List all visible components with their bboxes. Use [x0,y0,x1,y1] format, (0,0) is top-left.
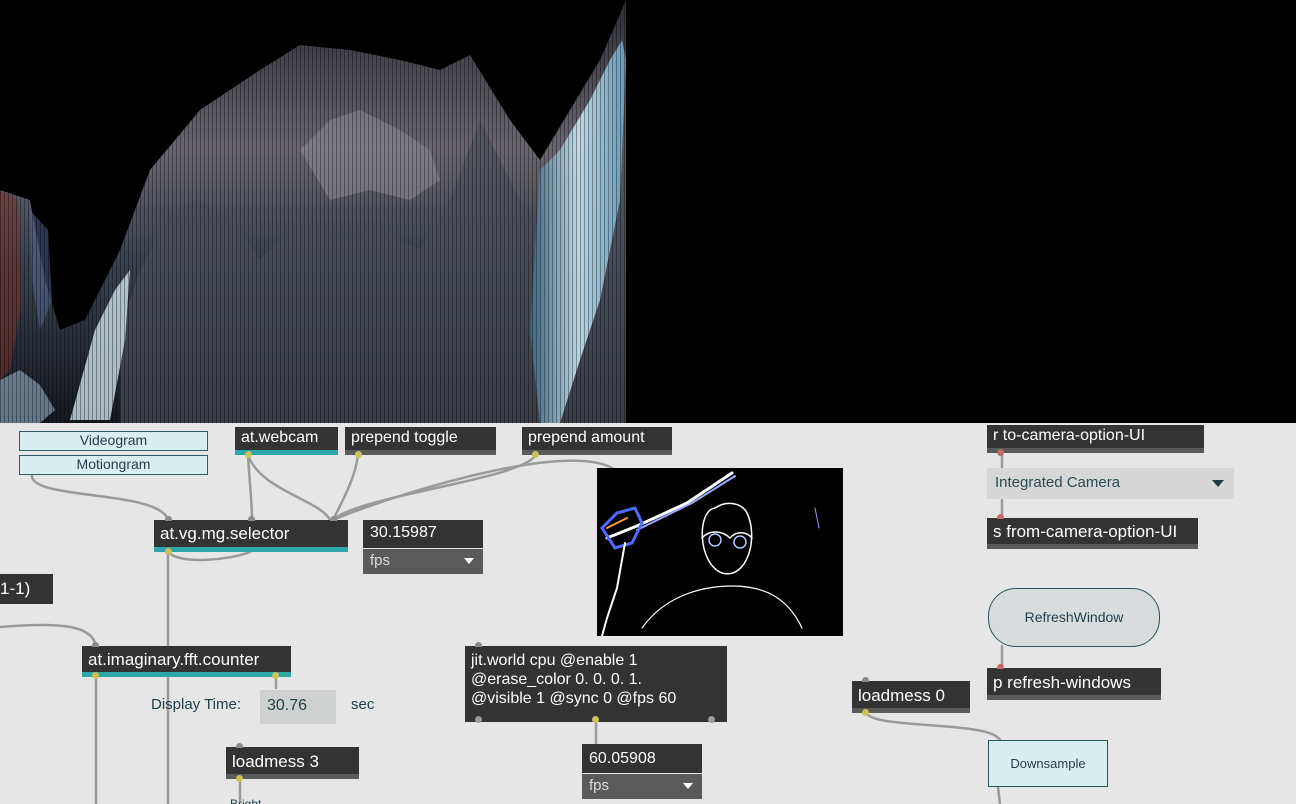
jit-world-object[interactable]: jit.world cpu @enable 1 @erase_color 0. … [465,646,727,722]
outlet-dot[interactable] [245,451,252,458]
selector-fps-menu[interactable]: fps [363,549,483,574]
refresh-windows-object[interactable]: p refresh-windows [987,668,1161,700]
inlet-dot[interactable] [997,664,1004,669]
inlet-dot[interactable] [165,516,172,521]
display-time-label: Display Time: [151,696,242,713]
display-time-unit: sec [351,696,375,713]
inlet-dot[interactable] [236,743,243,748]
videogram-display [0,0,626,423]
loadmess-3-object[interactable]: loadmess 3 [226,747,359,779]
inlet-dot[interactable] [330,516,337,521]
partial-object[interactable]: 1-1) [0,574,53,604]
chevron-down-icon [1212,480,1224,487]
jit-world-line-1: jit.world cpu @enable 1 [471,652,638,669]
chevron-down-icon [464,558,474,564]
inlet-dot[interactable] [475,642,482,647]
outlet-dot[interactable] [532,451,539,458]
outlet-dot[interactable] [165,548,172,555]
outlet-dot[interactable] [92,672,99,679]
send-object[interactable]: s from-camera-option-UI [987,518,1198,549]
video-output-window [0,0,1296,423]
jit-world-line-3: @visible 1 @sync 0 @fps 60 [471,690,677,707]
outlet-dot[interactable] [272,672,279,679]
prepend-toggle-object[interactable]: prepend toggle [345,427,496,455]
videogram-button[interactable]: Videogram [19,431,208,451]
chevron-down-icon [683,783,693,789]
inlet-dot[interactable] [862,677,869,682]
edge-preview-image [600,471,820,637]
jit-world-line-2: @erase_color 0. 0. 0. 1. [471,671,642,688]
fps-unit-label: fps [589,777,610,794]
outlet-dot[interactable] [236,775,243,782]
receive-object[interactable]: r to-camera-option-UI [987,425,1204,453]
outlet-dot[interactable] [997,449,1004,456]
selector-object[interactable]: at.vg.mg.selector [154,520,348,552]
selector-fps-number[interactable]: 30.15987 [363,520,483,548]
outlet-dot[interactable] [708,716,715,723]
world-fps-number[interactable]: 60.05908 [582,744,702,773]
outlet-dot[interactable] [592,716,599,723]
camera-select-menu[interactable]: Integrated Camera [987,468,1234,499]
inlet-dot[interactable] [997,514,1004,519]
edge-camera-preview [597,468,843,637]
loadmess-0-object[interactable]: loadmess 0 [852,681,970,713]
fps-unit-label: fps [370,552,391,569]
motiongram-button[interactable]: Motiongram [19,455,208,475]
fft-counter-object[interactable]: at.imaginary.fft.counter [82,646,291,677]
outlet-dot[interactable] [475,716,482,723]
inlet-dot[interactable] [248,516,255,521]
downsample-button[interactable]: Downsample [988,740,1108,787]
outlet-dot[interactable] [355,451,362,458]
refresh-window-button[interactable]: RefreshWindow [988,588,1160,647]
bottom-partial-label: Bright [230,797,262,804]
display-time-number[interactable]: 30.76 [260,690,336,724]
inlet-dot[interactable] [92,642,99,647]
world-fps-menu[interactable]: fps [582,774,702,799]
outlet-dot[interactable] [862,709,869,716]
camera-menu-value: Integrated Camera [995,474,1121,491]
prepend-amount-object[interactable]: prepend amount [522,427,672,455]
